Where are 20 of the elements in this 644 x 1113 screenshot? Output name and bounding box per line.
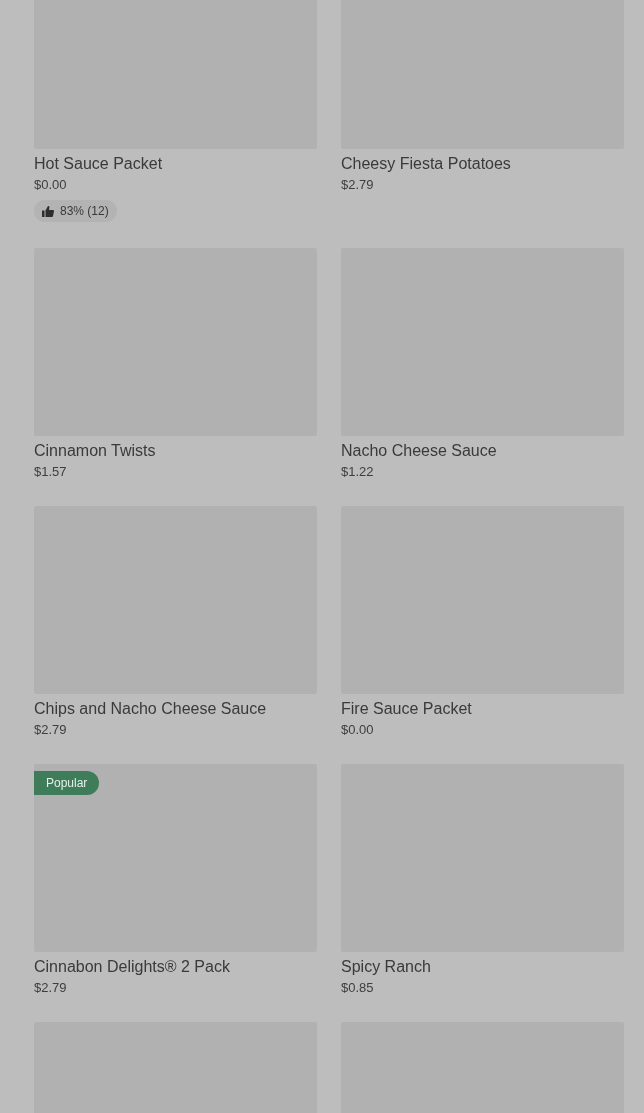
item-price: $1.22 xyxy=(341,462,375,481)
item-name: Cinnabon Delights® 2 Pack xyxy=(34,956,231,977)
item-name: Chips and Nacho Cheese Sauce xyxy=(34,698,268,719)
image-placeholder[interactable]: Popular xyxy=(34,763,317,952)
item-price: $0.00 xyxy=(34,176,68,194)
item-price: $2.79 xyxy=(34,720,68,739)
rating-text: 83% (12) xyxy=(60,203,109,220)
thumbs-up-icon xyxy=(42,205,54,217)
item-price: $0.85 xyxy=(341,978,375,997)
item-price: $2.79 xyxy=(34,978,68,997)
item-name: Hot Sauce Packet xyxy=(34,154,164,174)
item-name: Spicy Ranch xyxy=(341,956,432,977)
popular-tag: Popular xyxy=(34,770,100,795)
item-price: $2.79 xyxy=(341,176,375,194)
item-price: $1.57 xyxy=(34,462,68,481)
item-name: Cinnamon Twists xyxy=(34,440,157,461)
item-name: Nacho Cheese Sauce xyxy=(341,440,498,461)
item-price: $0.00 xyxy=(341,720,375,739)
item-name: Cheesy Fiesta Potatoes xyxy=(341,154,512,174)
item-name: Fire Sauce Packet xyxy=(341,698,473,719)
